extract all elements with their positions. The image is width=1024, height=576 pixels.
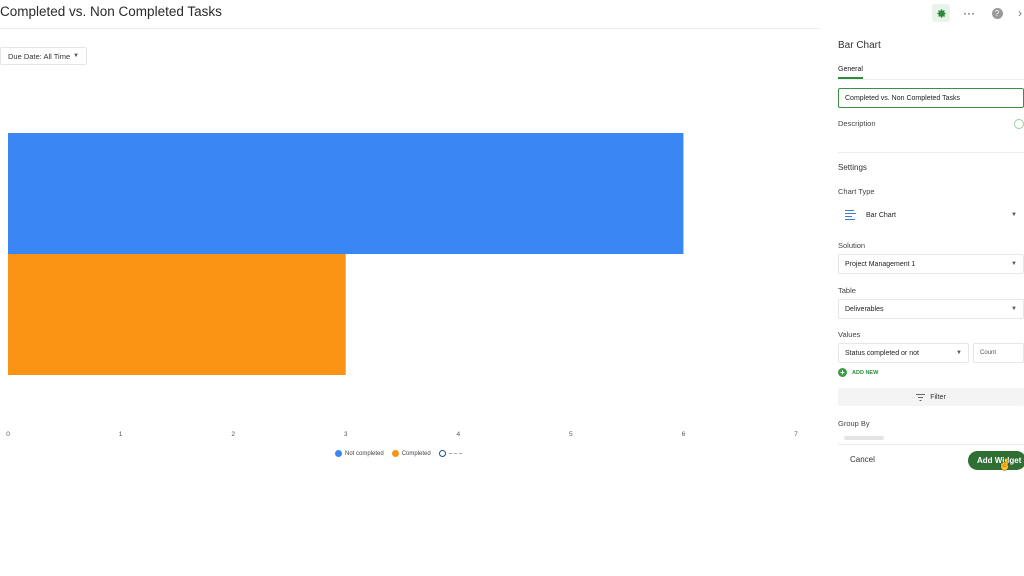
add-new-value-button[interactable]: + ADD NEW: [838, 368, 878, 377]
filter-icon: [916, 393, 926, 401]
chevron-down-icon: ▼: [1011, 306, 1017, 312]
hand-cursor-icon: ☝: [998, 459, 1012, 471]
x-tick-label: 6: [682, 431, 686, 438]
table-select[interactable]: Deliverables ▼: [838, 299, 1024, 319]
solution-label: Solution: [838, 241, 866, 250]
chevron-down-icon: ▼: [1011, 261, 1017, 267]
group-by-label: Group By: [838, 419, 870, 428]
chevron-down-icon: ▼: [1011, 212, 1017, 218]
chevron-down-icon: ▼: [956, 350, 962, 356]
x-tick-label: 0: [6, 431, 10, 438]
legend-item-not-completed[interactable]: Not completed: [335, 450, 384, 457]
due-date-filter[interactable]: Due Date: All Time ▼: [0, 47, 88, 65]
bar-chart-icon: [845, 209, 856, 221]
header-actions: ··· ? ›: [932, 4, 1024, 22]
plus-icon: +: [838, 368, 847, 377]
x-tick-label: 3: [344, 431, 348, 438]
chart-type-value: Bar Chart: [866, 211, 896, 219]
description-label: Description: [838, 119, 876, 128]
description-toggle[interactable]: [1014, 119, 1024, 129]
x-tick-label: 2: [231, 431, 235, 438]
widget-editor: Completed vs. Non Completed Tasks ··· ? …: [0, 0, 1024, 576]
chart-type-option: Bar Chart: [845, 209, 896, 221]
x-tick-label: 5: [569, 431, 573, 438]
bar-not-completed[interactable]: [8, 133, 684, 254]
help-glyph: ?: [991, 7, 1003, 19]
legend-item-completed[interactable]: Completed: [391, 450, 431, 457]
more-icon[interactable]: ···: [960, 4, 978, 22]
x-tick-label: 7: [794, 431, 798, 438]
chart-type-label: Chart Type: [838, 187, 875, 196]
footer-divider: [838, 444, 1024, 445]
tabs-divider: [838, 79, 1024, 80]
due-date-filter-label: Due Date: All Time: [8, 51, 71, 61]
panel-title: Bar Chart: [838, 40, 881, 51]
chevron-down-icon: ▼: [73, 53, 80, 59]
gear-icon[interactable]: [932, 4, 950, 22]
legend-label-not-completed: Not completed: [345, 450, 384, 457]
values-label: Values: [838, 330, 861, 339]
settings-title: Settings: [838, 163, 867, 172]
page-title: Completed vs. Non Completed Tasks: [0, 4, 222, 19]
filter-label: Filter: [930, 393, 946, 401]
solution-select[interactable]: Project Management 1 ▼: [838, 254, 1024, 274]
widget-name-input[interactable]: Completed vs. Non Completed Tasks: [838, 88, 1024, 108]
filter-button[interactable]: Filter: [838, 388, 1024, 406]
add-new-label: ADD NEW: [852, 369, 879, 376]
values-field-select[interactable]: Status completed or not ▼: [838, 343, 969, 363]
solution-value: Project Management 1: [845, 260, 916, 268]
close-icon[interactable]: ›: [1016, 4, 1024, 22]
add-widget-button[interactable]: Add Widget: [968, 451, 1024, 470]
chart-type-select[interactable]: Bar Chart ▼: [838, 205, 1024, 225]
bar-completed[interactable]: [8, 254, 346, 375]
legend-label-completed: Completed: [401, 450, 431, 457]
legend-item-empty[interactable]: – – –: [438, 450, 463, 457]
chart-legend: Not completed Completed – – –: [335, 450, 462, 457]
values-row: Status completed or not ▼ Count: [838, 343, 1024, 363]
table-label: Table: [838, 286, 856, 295]
values-aggregation-value: Count: [980, 350, 997, 356]
tab-general[interactable]: General: [838, 66, 863, 79]
legend-swatch-not-completed: [335, 450, 342, 457]
x-tick-label: 1: [119, 431, 123, 438]
table-value: Deliverables: [845, 305, 884, 313]
legend-swatch-empty: [438, 450, 446, 457]
section-divider: [838, 152, 1024, 153]
x-tick-label: 4: [456, 431, 460, 438]
legend-swatch-completed: [391, 450, 399, 457]
cancel-button[interactable]: Cancel: [850, 455, 875, 464]
group-by-select[interactable]: [844, 436, 884, 440]
legend-label-empty: – – –: [448, 450, 463, 457]
bar-chart: 0 1 2 3 4 5 6 7: [6, 133, 798, 438]
help-icon[interactable]: ?: [988, 4, 1006, 22]
values-aggregation-select[interactable]: Count: [973, 343, 1024, 363]
values-field-value: Status completed or not: [845, 349, 919, 357]
settings-panel: Bar Chart General Completed vs. Non Comp…: [820, 28, 1024, 576]
